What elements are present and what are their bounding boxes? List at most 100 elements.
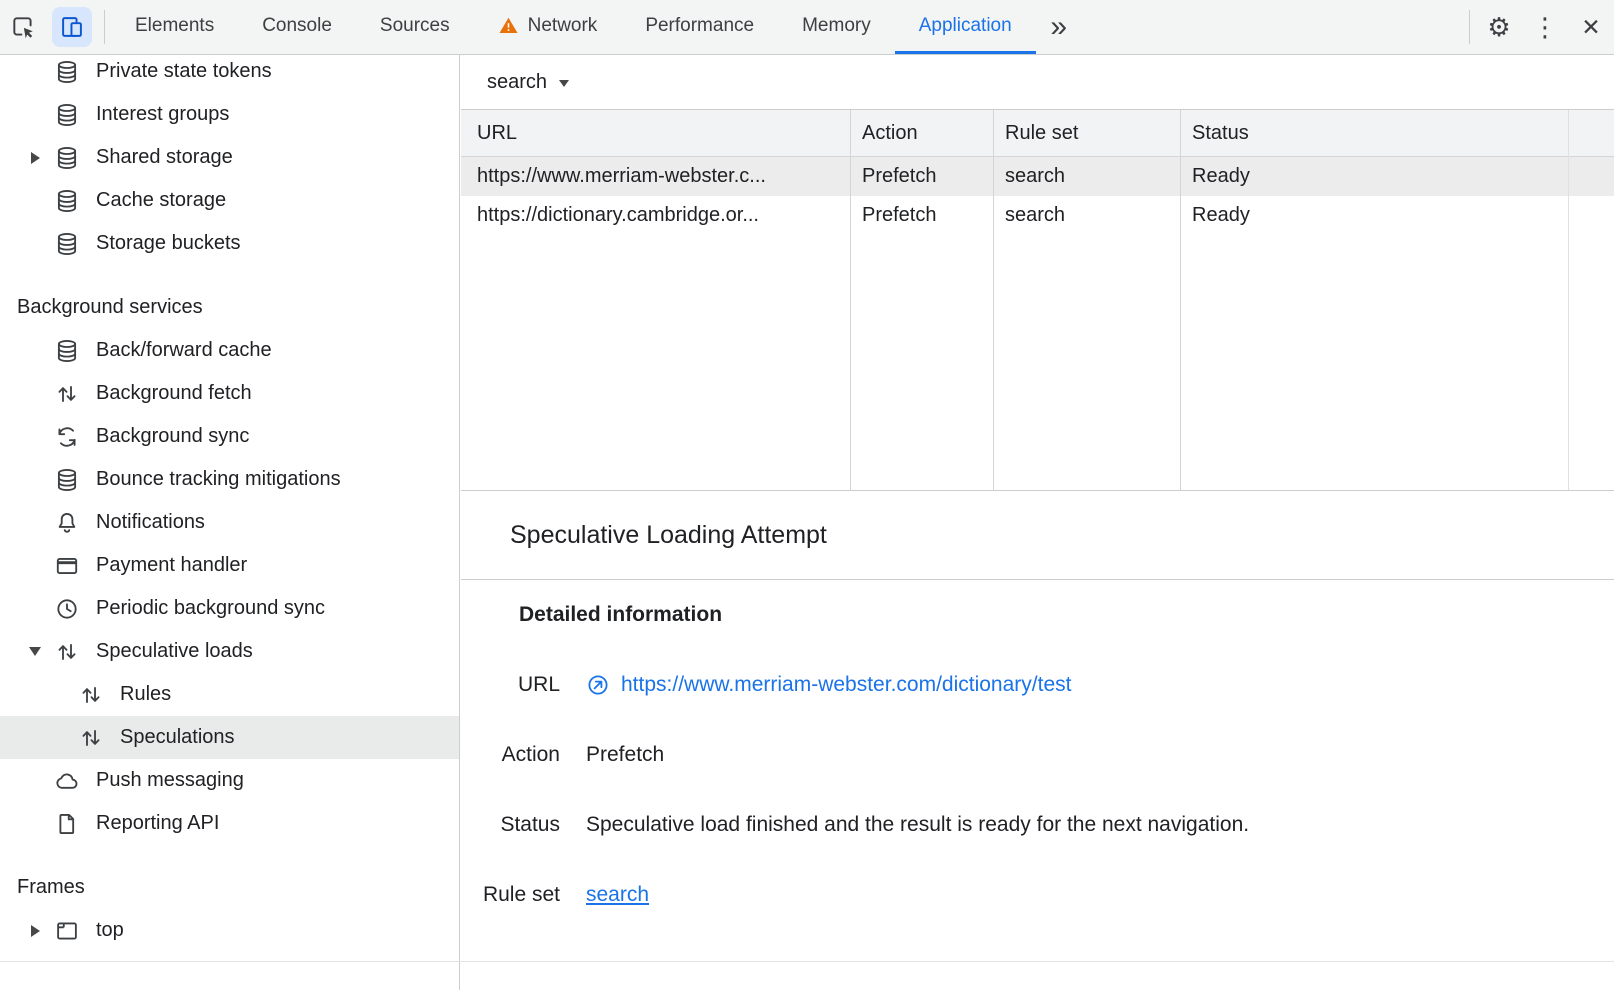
clock-icon: [54, 596, 80, 622]
tab-performance[interactable]: Performance: [621, 0, 778, 54]
disclosure-triangle-collapsed[interactable]: [31, 925, 40, 937]
column-header-action[interactable]: Action: [850, 122, 993, 145]
database-icon: [54, 231, 80, 257]
cell-rule-set: search: [993, 165, 1180, 188]
database-icon: [54, 102, 80, 128]
arrows-up-down-icon: [54, 639, 80, 665]
more-tabs-button[interactable]: »: [1036, 0, 1082, 54]
sidebar-item-reporting-api[interactable]: Reporting API: [0, 802, 459, 845]
sidebar-item-push-messaging[interactable]: Push messaging: [0, 759, 459, 802]
database-icon: [54, 467, 80, 493]
inspect-cursor-icon: [10, 14, 36, 40]
rule-set-link[interactable]: search: [586, 883, 649, 907]
tab-network[interactable]: Network: [474, 0, 622, 54]
sidebar-item-label: Reporting API: [96, 812, 219, 835]
detail-row-status: Status Speculative load finished and the…: [461, 806, 1614, 844]
sidebar-item-storage-buckets[interactable]: Storage buckets: [0, 222, 459, 265]
detail-title-bar: Speculative Loading Attempt: [461, 491, 1614, 580]
sidebar-item-label: Speculations: [120, 726, 235, 749]
toolbar-separator: [104, 10, 105, 44]
sidebar-item-speculative-loads[interactable]: Speculative loads: [0, 630, 459, 673]
database-icon: [54, 145, 80, 171]
sidebar-item-label: Shared storage: [96, 146, 233, 169]
detail-heading: Detailed information: [519, 603, 722, 627]
tab-sources[interactable]: Sources: [356, 0, 474, 54]
cell-url: https://www.merriam-webster.c...: [461, 165, 850, 188]
close-devtools-button[interactable]: ✕: [1568, 0, 1614, 54]
detail-row-url: URL https://www.merriam-webster.com/dict…: [461, 666, 1614, 704]
database-icon: [54, 188, 80, 214]
devtools-toolbar: Elements Console Sources Network Perform…: [0, 0, 1614, 55]
settings-button[interactable]: ⚙: [1476, 0, 1522, 54]
speculations-panel: search URL Action Rule set Status https:…: [461, 55, 1614, 990]
disclosure-triangle-expanded[interactable]: [29, 647, 41, 656]
sidebar-item-payment-handler[interactable]: Payment handler: [0, 544, 459, 587]
chevron-down-icon: [559, 80, 569, 87]
sidebar-item-label: Background sync: [96, 425, 249, 448]
column-header-rule-set[interactable]: Rule set: [993, 122, 1180, 145]
kebab-menu-icon: ⋮: [1532, 14, 1558, 40]
cell-status: Ready: [1180, 204, 1614, 227]
detail-value-status: Speculative load finished and the result…: [586, 813, 1249, 837]
section-frames: Frames: [0, 866, 459, 909]
sidebar-item-rules[interactable]: Rules: [0, 673, 459, 716]
cell-status: Ready: [1180, 165, 1614, 188]
cloud-icon: [54, 768, 80, 794]
disclosure-triangle-collapsed[interactable]: [31, 152, 40, 164]
tab-application[interactable]: Application: [895, 0, 1036, 54]
sidebar-item-label: Rules: [120, 683, 171, 706]
sidebar-item-label: Bounce tracking mitigations: [96, 468, 341, 491]
more-options-button[interactable]: ⋮: [1522, 0, 1568, 54]
speculations-filter-bar: search: [461, 55, 1614, 110]
sidebar-item-label: top: [96, 919, 124, 942]
section-background-services: Background services: [0, 286, 459, 329]
sidebar-item-background-fetch[interactable]: Background fetch: [0, 372, 459, 415]
cell-url: https://dictionary.cambridge.or...: [461, 204, 850, 227]
close-icon: ✕: [1581, 16, 1600, 39]
rule-set-filter-value: search: [487, 71, 547, 94]
detail-label-rule-set: Rule set: [461, 883, 560, 907]
column-divider: [850, 110, 851, 490]
sidebar-item-label: Private state tokens: [96, 60, 272, 83]
arrows-up-down-icon: [78, 682, 104, 708]
sidebar-item-shared-storage[interactable]: Shared storage: [0, 136, 459, 179]
device-toolbar-icon: [52, 7, 92, 47]
detail-row-action: Action Prefetch: [461, 736, 1614, 774]
toggle-device-toolbar-button[interactable]: [46, 0, 98, 54]
database-icon: [54, 338, 80, 364]
sidebar-item-speculations[interactable]: Speculations: [0, 716, 459, 759]
sidebar-item-bounce-tracking-mitigations[interactable]: Bounce tracking mitigations: [0, 458, 459, 501]
bell-icon: [54, 510, 80, 536]
sidebar-item-cache-storage[interactable]: Cache storage: [0, 179, 459, 222]
sidebar-item-notifications[interactable]: Notifications: [0, 501, 459, 544]
speculation-url-link[interactable]: https://www.merriam-webster.com/dictiona…: [621, 673, 1071, 697]
sidebar-item-label: Cache storage: [96, 189, 226, 212]
tab-console[interactable]: Console: [238, 0, 356, 54]
sidebar-item-top-frame[interactable]: top: [0, 909, 459, 952]
column-header-status[interactable]: Status: [1180, 122, 1614, 145]
sidebar-item-label: Push messaging: [96, 769, 244, 792]
inspect-element-button[interactable]: [0, 0, 46, 54]
sidebar-item-label: Notifications: [96, 511, 205, 534]
sidebar-item-background-sync[interactable]: Background sync: [0, 415, 459, 458]
column-header-url[interactable]: URL: [461, 122, 850, 145]
table-row[interactable]: https://dictionary.cambridge.or... Prefe…: [461, 196, 1614, 235]
table-header-row: URL Action Rule set Status: [461, 110, 1614, 157]
sidebar-item-private-state-tokens[interactable]: Private state tokens: [0, 55, 459, 93]
column-divider: [993, 110, 994, 490]
sidebar-item-label: Speculative loads: [96, 640, 253, 663]
tab-elements[interactable]: Elements: [111, 0, 238, 54]
application-sidebar: Private state tokens Interest groups Sha…: [0, 55, 460, 990]
database-icon: [54, 59, 80, 85]
sidebar-item-back-forward-cache[interactable]: Back/forward cache: [0, 329, 459, 372]
toolbar-separator-right: [1469, 10, 1470, 44]
table-row[interactable]: https://www.merriam-webster.c... Prefetc…: [461, 157, 1614, 196]
detail-label-action: Action: [461, 743, 560, 767]
tab-memory[interactable]: Memory: [778, 0, 895, 54]
rule-set-filter-dropdown[interactable]: search: [487, 71, 569, 94]
document-icon: [54, 811, 80, 837]
sidebar-item-interest-groups[interactable]: Interest groups: [0, 93, 459, 136]
sidebar-item-periodic-background-sync[interactable]: Periodic background sync: [0, 587, 459, 630]
detail-label-url: URL: [461, 673, 560, 697]
cell-action: Prefetch: [850, 165, 993, 188]
